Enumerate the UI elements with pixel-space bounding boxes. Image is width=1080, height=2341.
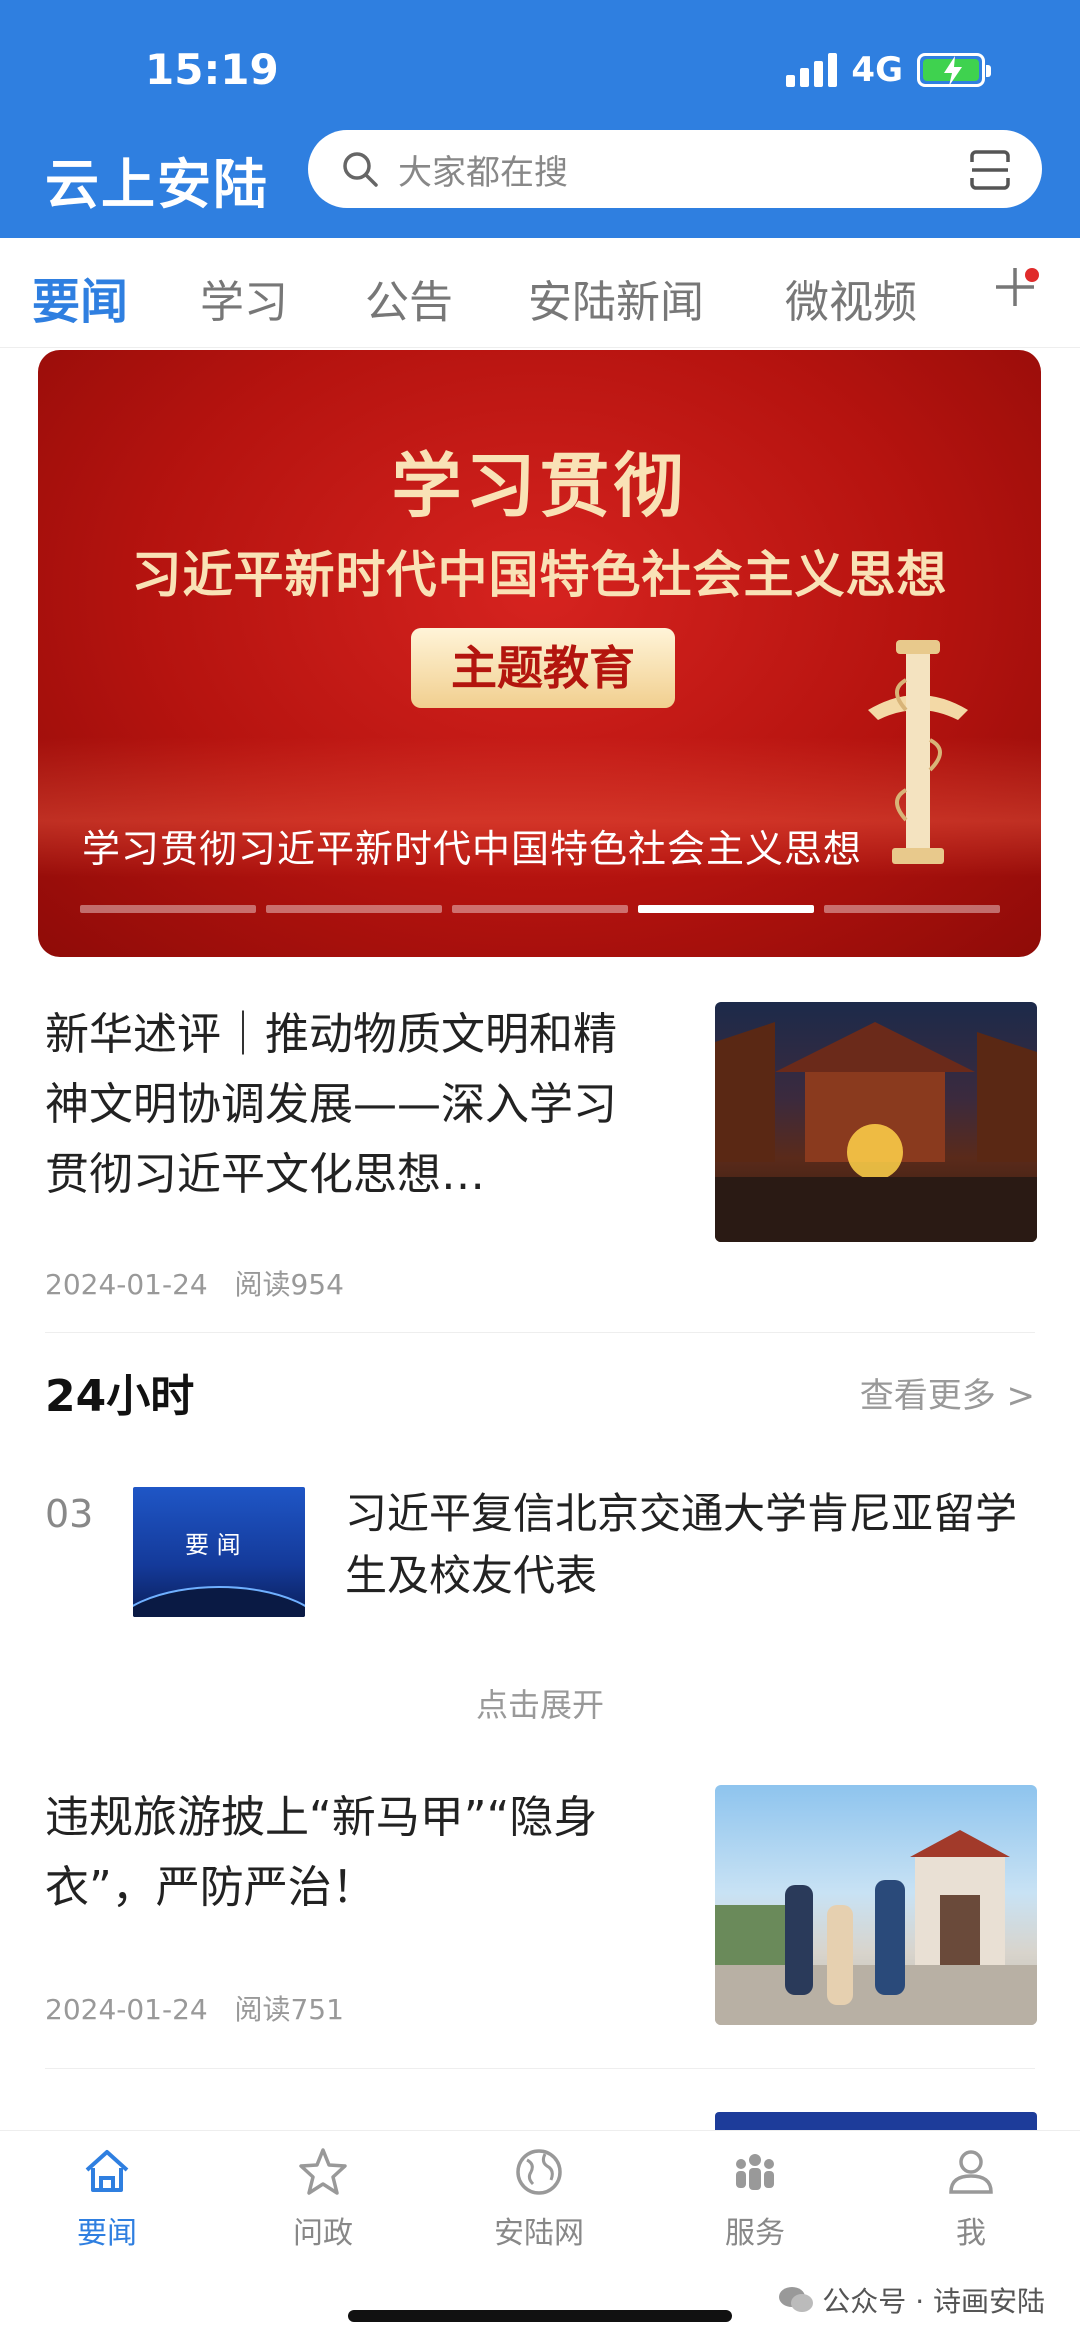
hot-item-thumb-label: 要 闻 [185, 1531, 241, 1559]
battery-icon [917, 53, 991, 87]
tab-xuexi[interactable]: 学习 [200, 266, 288, 330]
tab-yaowen[interactable]: 要闻 [32, 262, 128, 332]
network-type: 4G [851, 50, 903, 90]
nav-wenzheng[interactable]: 问政 [258, 2146, 388, 2252]
nav-label: 我 [956, 2216, 986, 2251]
nav-label: 安陆网 [494, 2216, 584, 2251]
article-meta: 2024-01-24 阅读751 [45, 1988, 344, 2028]
carousel-dot [452, 905, 628, 913]
nav-label: 要闻 [77, 2216, 137, 2251]
carousel-dot [80, 905, 256, 913]
banner-carousel[interactable]: 学习贯彻 习近平新时代中国特色社会主义思想 主题教育 学习贯彻习近平新时代中国特… [38, 350, 1041, 957]
article-title[interactable]: 违规旅游披上“新马甲”“隐身衣”，严防严治！ [45, 1783, 675, 1923]
nav-me[interactable]: 我 [906, 2146, 1036, 2252]
app-title: 云上安陆 [45, 153, 269, 216]
scan-icon[interactable] [968, 148, 1012, 192]
signal-icon [786, 53, 838, 87]
article-reads: 阅读954 [234, 1268, 344, 1301]
search-icon [343, 152, 378, 187]
nav-yaowen[interactable]: 要闻 [42, 2146, 172, 2252]
huabiao-pillar-icon [868, 640, 968, 864]
section-title-24h: 24小时 [45, 1371, 195, 1422]
wechat-icon [779, 2287, 814, 2312]
article-title[interactable]: 新华述评｜推动物质文明和精神文明协调发展——深入学习贯彻习近平文化思想… [45, 1000, 645, 1210]
tab-gonggao[interactable]: 公告 [365, 266, 453, 330]
people-icon [736, 2154, 774, 2190]
nav-label: 问政 [293, 2216, 353, 2251]
tab-micro-video[interactable]: 微视频 [785, 266, 917, 330]
nav-anlu-net[interactable]: 安陆网 [474, 2146, 604, 2252]
carousel-dot [824, 905, 1000, 913]
search-bar[interactable]: 大家都在搜 [308, 130, 1042, 208]
tab-anlu-news[interactable]: 安陆新闻 [528, 266, 704, 330]
article-date: 2024-01-24 [45, 1268, 208, 1301]
banner-badge: 主题教育 [411, 628, 675, 708]
globe-icon [516, 2149, 562, 2195]
carousel-dot [266, 905, 442, 913]
rank-number: 03 [45, 1492, 94, 1536]
next-article-peek [45, 2118, 645, 2130]
hot-item-title[interactable]: 习近平复信北京交通大学肯尼亚留学生及校友代表 [345, 1483, 1025, 1607]
banner-caption: 学习贯彻习近平新时代中国特色社会主义思想 [82, 827, 863, 871]
carousel-indicators [80, 905, 1000, 913]
expand-button[interactable]: 点击展开 [0, 1680, 1080, 1726]
divider [45, 1332, 1035, 1333]
home-icon [85, 2150, 129, 2192]
banner-title-line1: 学习贯彻 [391, 445, 688, 527]
carousel-dot-active [638, 905, 814, 913]
article-meta: 2024-01-24 阅读954 [45, 1263, 344, 1303]
status-time: 15:19 [145, 45, 279, 94]
user-icon [949, 2150, 993, 2194]
see-more-link[interactable]: 查看更多 > [860, 1368, 1035, 1417]
watermark: 公众号 · 诗画安陆 [778, 2280, 1045, 2320]
hot-item-thumbnail[interactable]: 要 闻 [133, 1487, 305, 1617]
watermark-text: 公众号 · 诗画安陆 [822, 2285, 1045, 2318]
next-article-thumbnail-peek [715, 2112, 1037, 2130]
article-reads: 阅读751 [234, 1993, 344, 2026]
status-indicators: 4G [786, 50, 991, 90]
article-date: 2024-01-24 [45, 1993, 208, 2026]
category-tabs: 要闻 学习 公告 安陆新闻 微视频 [0, 238, 1080, 348]
app-header: 15:19 4G 云上安陆 大家都在搜 [0, 0, 1080, 238]
article-thumbnail[interactable] [715, 1785, 1037, 2025]
star-icon [299, 2148, 347, 2195]
divider [45, 2068, 1035, 2069]
notification-dot [1025, 268, 1039, 282]
banner-title-line2: 习近平新时代中国特色社会主义思想 [131, 546, 948, 604]
nav-fuwu[interactable]: 服务 [690, 2146, 820, 2252]
search-placeholder: 大家都在搜 [398, 152, 568, 193]
home-indicator[interactable] [348, 2310, 732, 2322]
article-thumbnail[interactable] [715, 1002, 1037, 1242]
nav-label: 服务 [725, 2216, 785, 2251]
